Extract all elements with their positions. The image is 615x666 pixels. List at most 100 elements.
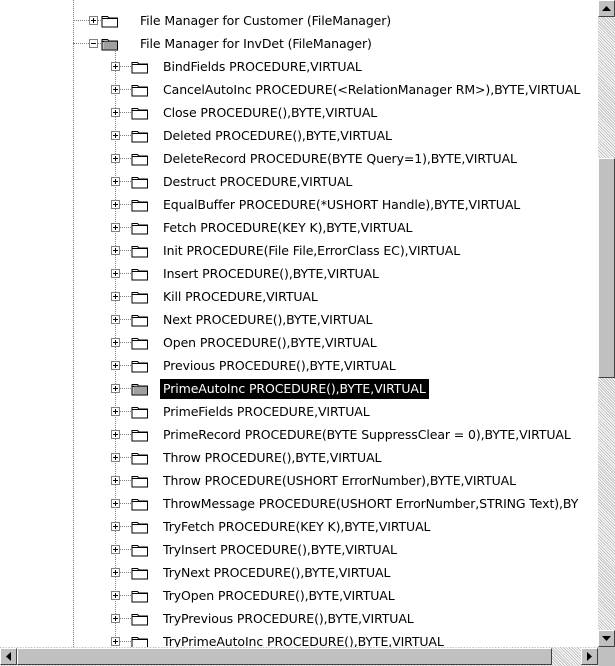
tree-node-child[interactable]: TryInsert PROCEDURE(),BYTE,VIRTUAL (160, 538, 400, 561)
tree-node-child[interactable]: TryFetch PROCEDURE(KEY K),BYTE,VIRTUAL (160, 515, 433, 538)
folder-icon (131, 427, 149, 442)
vertical-scroll-thumb[interactable] (598, 158, 615, 379)
expand-toggle[interactable] (111, 407, 120, 416)
folder-icon (131, 473, 149, 488)
tree-node-child[interactable]: TryPrevious PROCEDURE(),BYTE,VIRTUAL (160, 607, 417, 630)
plus-icon (113, 616, 118, 621)
tree-node-label: Deleted PROCEDURE(),BYTE,VIRTUAL (163, 127, 392, 143)
expand-toggle[interactable] (111, 223, 120, 232)
expand-toggle[interactable] (111, 338, 120, 347)
expand-toggle[interactable] (111, 568, 120, 577)
tree-node-child[interactable]: Destruct PROCEDURE,VIRTUAL (160, 170, 355, 193)
tree-node-parent[interactable]: File Manager for InvDet (FileManager) (137, 32, 375, 55)
expand-toggle[interactable] (111, 108, 120, 117)
expand-toggle[interactable] (111, 292, 120, 301)
tree-node-label: TryInsert PROCEDURE(),BYTE,VIRTUAL (163, 541, 397, 557)
arrow-right-icon (586, 652, 592, 661)
expand-toggle[interactable] (111, 545, 120, 554)
folder-icon (131, 105, 149, 120)
tree-node-child[interactable]: TryPrimeAutoInc PROCEDURE(),BYTE,VIRTUAL (160, 630, 447, 648)
expand-toggle[interactable] (111, 85, 120, 94)
tree-node-label: Next PROCEDURE(),BYTE,VIRTUAL (163, 311, 373, 327)
expand-toggle[interactable] (111, 476, 120, 485)
tree-node-child[interactable]: Kill PROCEDURE,VIRTUAL (160, 285, 321, 308)
tree-node-child[interactable]: EqualBuffer PROCEDURE(*USHORT Handle),BY… (160, 193, 523, 216)
expand-toggle-parent[interactable] (89, 39, 98, 48)
folder-icon (131, 565, 149, 580)
scroll-left-button[interactable] (0, 648, 17, 665)
tree-node-child[interactable]: TryNext PROCEDURE(),BYTE,VIRTUAL (160, 561, 393, 584)
tree-node-child[interactable]: Insert PROCEDURE(),BYTE,VIRTUAL (160, 262, 382, 285)
tree-node-child[interactable]: Previous PROCEDURE(),BYTE,VIRTUAL (160, 354, 399, 377)
tree-node-child[interactable]: Fetch PROCEDURE(KEY K),BYTE,VIRTUAL (160, 216, 415, 239)
tree-node-child[interactable]: Close PROCEDURE(),BYTE,VIRTUAL (160, 101, 380, 124)
expand-toggle[interactable] (111, 591, 120, 600)
folder-icon (131, 174, 149, 189)
folder-icon (131, 59, 149, 74)
tree-node-label: Kill PROCEDURE,VIRTUAL (163, 288, 318, 304)
tree-node-child[interactable]: PrimeAutoInc PROCEDURE(),BYTE,VIRTUAL (160, 377, 429, 400)
tree-node-label: TryNext PROCEDURE(),BYTE,VIRTUAL (163, 564, 391, 580)
tree-node-child[interactable]: DeleteRecord PROCEDURE(BYTE Query=1),BYT… (160, 147, 520, 170)
tree-node-child[interactable]: Throw PROCEDURE(),BYTE,VIRTUAL (160, 446, 384, 469)
horizontal-scrollbar[interactable] (0, 647, 598, 666)
scroll-down-button[interactable] (598, 630, 615, 647)
tree-node-child[interactable]: CancelAutoInc PROCEDURE(<RelationManager… (160, 78, 583, 101)
expand-toggle[interactable] (111, 200, 120, 209)
tree-node-child[interactable]: TryOpen PROCEDURE(),BYTE,VIRTUAL (160, 584, 398, 607)
expand-toggle[interactable] (111, 246, 120, 255)
tree-node-child[interactable]: ThrowMessage PROCEDURE(USHORT ErrorNumbe… (160, 492, 581, 515)
expand-toggle[interactable] (111, 269, 120, 278)
plus-icon (113, 409, 118, 414)
expand-toggle-parent[interactable] (89, 16, 98, 25)
tree-node-label: PrimeAutoInc PROCEDURE(),BYTE,VIRTUAL (160, 378, 429, 399)
tree-node-child[interactable]: BindFields PROCEDURE,VIRTUAL (160, 55, 365, 78)
minus-icon (91, 43, 96, 44)
expand-toggle[interactable] (111, 430, 120, 439)
plus-icon (113, 639, 118, 644)
tree-node-label: Throw PROCEDURE(),BYTE,VIRTUAL (163, 449, 382, 465)
vertical-scrollbar[interactable] (598, 0, 615, 647)
plus-icon (113, 294, 118, 299)
plus-icon (113, 386, 118, 391)
expand-toggle[interactable] (111, 384, 120, 393)
scroll-right-button[interactable] (581, 648, 598, 665)
horizontal-scroll-thumb[interactable] (17, 648, 552, 665)
expand-toggle[interactable] (111, 637, 120, 646)
expand-toggle[interactable] (111, 62, 120, 71)
scroll-up-button[interactable] (598, 0, 615, 17)
plus-icon (113, 593, 118, 598)
tree-node-child[interactable]: Init PROCEDURE(File File,ErrorClass EC),… (160, 239, 463, 262)
expand-toggle[interactable] (111, 177, 120, 186)
procedure-tree[interactable]: File Manager for Customer (FileManager) F… (0, 0, 598, 647)
tree-node-label: BindFields PROCEDURE,VIRTUAL (163, 58, 362, 74)
tree-node-child[interactable]: Open PROCEDURE(),BYTE,VIRTUAL (160, 331, 380, 354)
folder-open-icon (131, 381, 149, 396)
tree-node-child[interactable]: PrimeRecord PROCEDURE(BYTE SuppressClear… (160, 423, 574, 446)
folder-icon (131, 151, 149, 166)
plus-icon (113, 570, 118, 575)
expand-toggle[interactable] (111, 315, 120, 324)
plus-icon (113, 317, 118, 322)
expand-toggle[interactable] (111, 453, 120, 462)
expand-toggle[interactable] (111, 499, 120, 508)
tree-node-child[interactable]: Deleted PROCEDURE(),BYTE,VIRTUAL (160, 124, 395, 147)
folder-icon (131, 634, 149, 647)
folder-icon (131, 611, 149, 626)
folder-icon (131, 128, 149, 143)
tree-node-label: Init PROCEDURE(File File,ErrorClass EC),… (163, 242, 461, 258)
folder-icon (131, 588, 149, 603)
tree-node-child[interactable]: Next PROCEDURE(),BYTE,VIRTUAL (160, 308, 375, 331)
expand-toggle[interactable] (111, 361, 120, 370)
tree-node-parent[interactable]: File Manager for Customer (FileManager) (137, 9, 394, 32)
expand-toggle[interactable] (111, 131, 120, 140)
folder-icon (131, 519, 149, 534)
tree-node-child[interactable]: PrimeFields PROCEDURE,VIRTUAL (160, 400, 373, 423)
arrow-down-icon (602, 635, 611, 641)
tree-node-label: Close PROCEDURE(),BYTE,VIRTUAL (163, 104, 378, 120)
tree-node-child[interactable]: Throw PROCEDURE(USHORT ErrorNumber),BYTE… (160, 469, 519, 492)
expand-toggle[interactable] (111, 154, 120, 163)
expand-toggle[interactable] (111, 614, 120, 623)
expand-toggle[interactable] (111, 522, 120, 531)
folder-icon (131, 312, 149, 327)
